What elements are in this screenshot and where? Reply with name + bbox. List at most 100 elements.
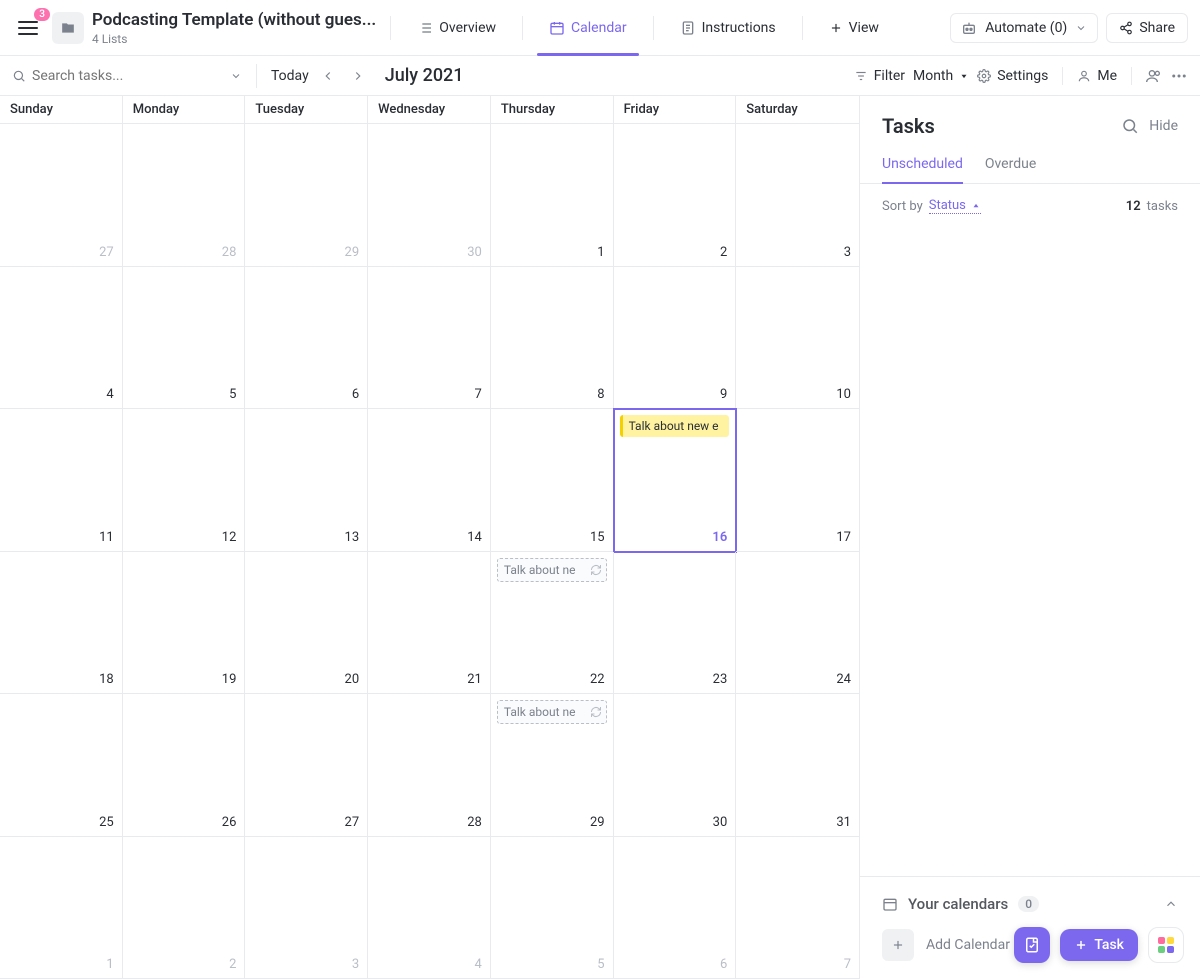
more-button[interactable] bbox=[1170, 67, 1188, 85]
calendar-day[interactable]: 31 bbox=[736, 694, 859, 837]
divider bbox=[256, 64, 257, 88]
tab-unscheduled[interactable]: Unscheduled bbox=[882, 146, 963, 184]
calendar-day[interactable]: 5 bbox=[123, 267, 246, 410]
calendar-day[interactable]: 26 bbox=[123, 694, 246, 837]
more-icon bbox=[1170, 67, 1188, 85]
calendar-day[interactable]: 6 bbox=[245, 267, 368, 410]
calendar-day[interactable]: 10 bbox=[736, 267, 859, 410]
assignees-button[interactable] bbox=[1146, 68, 1162, 84]
calendar-day[interactable]: 30 bbox=[368, 124, 491, 267]
calendar-event[interactable]: Talk about ne bbox=[497, 558, 607, 582]
share-button[interactable]: Share bbox=[1106, 13, 1188, 43]
dow-header: Wednesday bbox=[368, 96, 491, 124]
hamburger-icon bbox=[18, 21, 38, 35]
apps-button[interactable] bbox=[1148, 927, 1184, 963]
range-button[interactable]: Month bbox=[913, 68, 969, 84]
calendar-day[interactable]: 1 bbox=[0, 837, 123, 979]
chevron-down-icon[interactable] bbox=[230, 70, 242, 82]
calendar-day[interactable]: 2 bbox=[123, 837, 246, 979]
calendar-day[interactable]: 1 bbox=[491, 124, 614, 267]
calendar-day[interactable]: 12 bbox=[123, 409, 246, 552]
tab-calendar[interactable]: Calendar bbox=[537, 8, 639, 48]
calendar-day[interactable]: 3 bbox=[736, 124, 859, 267]
calendar-day[interactable]: 11 bbox=[0, 409, 123, 552]
calendar-day[interactable]: 23 bbox=[614, 552, 737, 695]
today-button[interactable]: Today bbox=[271, 68, 309, 84]
day-number: 19 bbox=[222, 672, 237, 687]
calendar-day[interactable]: 4 bbox=[0, 267, 123, 410]
chevron-up-icon bbox=[1164, 897, 1178, 911]
day-number: 6 bbox=[352, 387, 359, 402]
calendar-day[interactable]: 19 bbox=[123, 552, 246, 695]
calendar-day[interactable]: 15 bbox=[491, 409, 614, 552]
tab-instructions[interactable]: Instructions bbox=[668, 8, 788, 48]
add-view-button[interactable]: View bbox=[817, 8, 891, 48]
calendar-event[interactable]: Talk about new e bbox=[620, 415, 730, 437]
calendar-day[interactable]: 29 bbox=[245, 124, 368, 267]
search-icon[interactable] bbox=[1121, 117, 1139, 135]
calendar-day[interactable]: 3 bbox=[245, 837, 368, 979]
day-number: 29 bbox=[590, 815, 605, 830]
quick-note-button[interactable] bbox=[1014, 927, 1050, 963]
day-number: 7 bbox=[844, 957, 851, 972]
calendar-day[interactable]: 27 bbox=[245, 694, 368, 837]
calendar-day[interactable]: 30 bbox=[614, 694, 737, 837]
calendar-day[interactable]: 4 bbox=[368, 837, 491, 979]
automate-button[interactable]: Automate (0) bbox=[950, 13, 1098, 43]
day-number: 4 bbox=[106, 387, 113, 402]
tab-overview[interactable]: Overview bbox=[405, 8, 508, 48]
your-calendars-header[interactable]: Your calendars 0 bbox=[882, 895, 1178, 913]
your-calendars-label: Your calendars bbox=[908, 895, 1008, 913]
calendar-day[interactable]: 7 bbox=[368, 267, 491, 410]
hide-button[interactable]: Hide bbox=[1149, 118, 1178, 134]
day-number: 20 bbox=[345, 672, 360, 687]
day-number: 5 bbox=[229, 387, 236, 402]
day-number: 2 bbox=[720, 245, 727, 260]
calendar-day[interactable]: 17 bbox=[736, 409, 859, 552]
calendar-day[interactable]: Talk about ne 29 bbox=[491, 694, 614, 837]
next-month-button[interactable] bbox=[347, 65, 369, 87]
calendar-day[interactable]: 27 bbox=[0, 124, 123, 267]
filter-button[interactable]: Filter bbox=[854, 68, 905, 84]
day-number: 9 bbox=[720, 387, 727, 402]
person-icon bbox=[1077, 69, 1091, 83]
note-icon bbox=[1023, 936, 1041, 954]
prev-month-button[interactable] bbox=[317, 65, 339, 87]
calendar-day[interactable]: 7 bbox=[736, 837, 859, 979]
add-calendar-label: Add Calendar bbox=[926, 937, 1010, 953]
day-number: 24 bbox=[836, 672, 851, 687]
calendar-day[interactable]: 20 bbox=[245, 552, 368, 695]
calendar-day[interactable]: 24 bbox=[736, 552, 859, 695]
page-title[interactable]: Podcasting Template (without gues... bbox=[92, 10, 376, 30]
calendar-day[interactable]: 5 bbox=[491, 837, 614, 979]
calendar-day[interactable]: 28 bbox=[368, 694, 491, 837]
sort-by-value[interactable]: Status bbox=[929, 198, 981, 214]
calendar-day[interactable]: 13 bbox=[245, 409, 368, 552]
calendar-day[interactable]: Talk about new e16 bbox=[614, 409, 737, 552]
main-menu-button[interactable]: 3 bbox=[12, 12, 44, 44]
search-input-wrap[interactable] bbox=[12, 68, 242, 84]
calendar-day[interactable]: 28 bbox=[123, 124, 246, 267]
divider bbox=[1131, 67, 1132, 85]
calendar-day[interactable]: 14 bbox=[368, 409, 491, 552]
plus-icon bbox=[1074, 938, 1088, 952]
divider bbox=[522, 16, 523, 40]
calendar-event[interactable]: Talk about ne bbox=[497, 700, 607, 724]
calendar-day[interactable]: 25 bbox=[0, 694, 123, 837]
folder-icon[interactable] bbox=[52, 12, 84, 44]
calendar-day[interactable]: 21 bbox=[368, 552, 491, 695]
calendar-day[interactable]: 8 bbox=[491, 267, 614, 410]
page-subtitle: 4 Lists bbox=[92, 32, 376, 46]
me-button[interactable]: Me bbox=[1077, 68, 1117, 84]
search-input[interactable] bbox=[32, 68, 224, 84]
day-number: 25 bbox=[99, 815, 114, 830]
calendar-day[interactable]: 9 bbox=[614, 267, 737, 410]
new-task-button[interactable]: Task bbox=[1060, 929, 1138, 961]
calendar-day[interactable]: 6 bbox=[614, 837, 737, 979]
calendar-day[interactable]: Talk about ne22 bbox=[491, 552, 614, 695]
calendar-day[interactable]: 18 bbox=[0, 552, 123, 695]
settings-button[interactable]: Settings bbox=[977, 68, 1048, 84]
tab-overdue[interactable]: Overdue bbox=[985, 146, 1036, 183]
calendar-day[interactable]: 2 bbox=[614, 124, 737, 267]
day-number: 11 bbox=[99, 530, 114, 545]
